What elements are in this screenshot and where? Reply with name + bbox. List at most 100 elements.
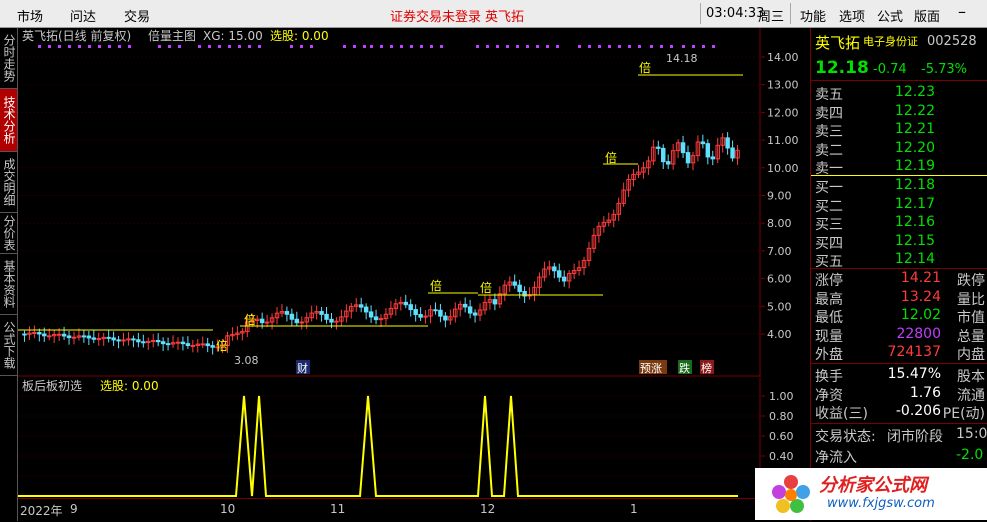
candle-body [86, 335, 92, 339]
signal-dot [712, 45, 715, 48]
trade-time: 15:0 [956, 426, 987, 442]
candle-body [210, 345, 215, 348]
tab-intraday[interactable]: 分时走势 [0, 28, 17, 89]
candle-body [725, 137, 730, 149]
candle-body [289, 313, 295, 320]
stat2-2-value: -0.206 [895, 403, 941, 419]
tab-trade-details[interactable]: 成交明细 [0, 152, 17, 213]
candle-body [334, 320, 339, 323]
cai-badge[interactable]: 财 [296, 360, 310, 375]
candle-body [71, 336, 77, 339]
menu-layout[interactable]: 版面 [914, 6, 940, 25]
candle-body [56, 333, 62, 336]
candlestick-chart[interactable]: 倍倍倍 倍倍倍 英飞拓(日线 前复权) 倍量主图 XG: 15.00 选股: 0.… [18, 28, 761, 377]
candle-body [42, 333, 47, 337]
menu-wenda[interactable]: 问达 [70, 6, 96, 25]
candle-body [517, 284, 522, 293]
svg-text:财: 财 [297, 361, 308, 375]
candle-body [284, 311, 290, 315]
ask-2-value: 12.20 [894, 139, 935, 156]
indicator-chart[interactable]: 板后板初选 选股: 0.00 [18, 378, 761, 498]
signal-dot [598, 45, 601, 48]
stat-3-row[interactable]: 现量 22800 总量 [815, 326, 985, 345]
tab-formula-download[interactable]: 公式下载 [0, 315, 17, 376]
candle-body [438, 309, 443, 317]
ask-2-row[interactable]: 卖二 12.20 [815, 139, 985, 159]
signal-dot [660, 45, 663, 48]
signal-dot [238, 45, 241, 48]
bid-2-row[interactable]: 买二 12.17 [815, 196, 985, 215]
candle-body [472, 312, 478, 316]
menu-function[interactable]: 功能 [800, 6, 826, 25]
stat-3-label2: 总量 [957, 328, 985, 345]
candle-body [175, 341, 181, 344]
signal-dot [300, 45, 303, 48]
quote-change-pct: -5.73% [921, 62, 967, 77]
bang-badge[interactable]: 榜 [700, 360, 714, 375]
price-tick-label: 5.00 [767, 300, 792, 313]
yuzhang-badge[interactable]: 预涨 [639, 360, 667, 375]
signal-dot [682, 45, 685, 48]
candle-body [37, 332, 42, 335]
stat-2-row[interactable]: 最低 12.02 市值 [815, 307, 985, 326]
bid-5-value: 12.14 [894, 251, 935, 267]
ask-3-row[interactable]: 卖三 12.21 [815, 121, 985, 140]
candle-body [91, 337, 97, 340]
price-tick-label: 6.00 [767, 273, 792, 286]
ask-5-row[interactable]: 卖五 12.23 [815, 84, 985, 103]
price-tick-label: 12.00 [767, 106, 799, 119]
menu-market[interactable]: 市场 [17, 6, 43, 25]
bei-marker: 倍 [480, 280, 492, 295]
tab-technical-analysis[interactable]: 技术分析 [0, 89, 17, 152]
divider [700, 3, 701, 24]
ask-3-value: 12.21 [894, 121, 935, 137]
bid-4-row[interactable]: 买四 12.15 [815, 233, 985, 252]
tab-price-table[interactable]: 分价表 [0, 213, 17, 254]
stat-0-row[interactable]: 涨停 14.21 跌停 [815, 270, 985, 289]
stat-4-label: 外盘 [815, 347, 843, 363]
signal-dot [476, 45, 479, 48]
trade-status-label: 交易状态: [815, 429, 876, 445]
bid-4-label: 买四 [815, 235, 843, 252]
price-tick-label: 11.00 [767, 134, 799, 147]
menu-trade[interactable]: 交易 [124, 6, 150, 25]
candle-body [656, 146, 661, 149]
bid-5-row[interactable]: 买五 12.14 [815, 251, 985, 270]
menu-options[interactable]: 选项 [839, 6, 865, 25]
stat2-2-row[interactable]: 收益(三) -0.206 PE(动) [815, 403, 985, 422]
candle-body [418, 314, 423, 318]
bid-3-row[interactable]: 买三 12.16 [815, 214, 985, 233]
candle-body [680, 142, 686, 154]
menu-formula[interactable]: 公式 [877, 6, 903, 25]
die-badge[interactable]: 跌 [678, 360, 692, 375]
tab-basic-info[interactable]: 基本资料 [0, 254, 17, 315]
stat-1-row[interactable]: 最高 13.24 量比 [815, 289, 985, 308]
price-tick-label: 8.00 [767, 217, 792, 230]
stat2-1-row[interactable]: 净资 1.76 流通 [815, 385, 985, 404]
stat-4-row[interactable]: 外盘 724137 内盘 [815, 344, 985, 363]
ask-1-row[interactable]: 卖一 12.19 [815, 158, 985, 177]
candle-body [403, 301, 408, 306]
bid-1-row[interactable]: 买一 12.18 [815, 177, 985, 196]
bid-2-label: 买二 [815, 198, 843, 215]
ask-1-label: 卖一 [815, 161, 843, 177]
candle-body [200, 343, 205, 346]
signal-dot [88, 45, 91, 48]
candle-body [96, 338, 101, 341]
candle-body [294, 318, 300, 324]
ask-2-label: 卖二 [815, 142, 843, 159]
stat2-0-row[interactable]: 换手 15.47% 股本 [815, 366, 985, 385]
minimize-button[interactable]: – [958, 2, 966, 21]
candle-body [111, 337, 116, 341]
ask-4-row[interactable]: 卖四 12.22 [815, 103, 985, 122]
signal-dot [178, 45, 181, 48]
signal-dot [98, 45, 101, 48]
candle-body [329, 318, 334, 323]
signal-dot [258, 45, 261, 48]
stat2-2-label: 收益(三) [815, 406, 868, 422]
net-inflow-label: 净流入 [815, 450, 857, 466]
bid-5-label: 买五 [815, 254, 843, 270]
stat2-1-label2: 流通 [957, 387, 985, 404]
divider [811, 423, 987, 424]
candle-body [368, 311, 374, 318]
